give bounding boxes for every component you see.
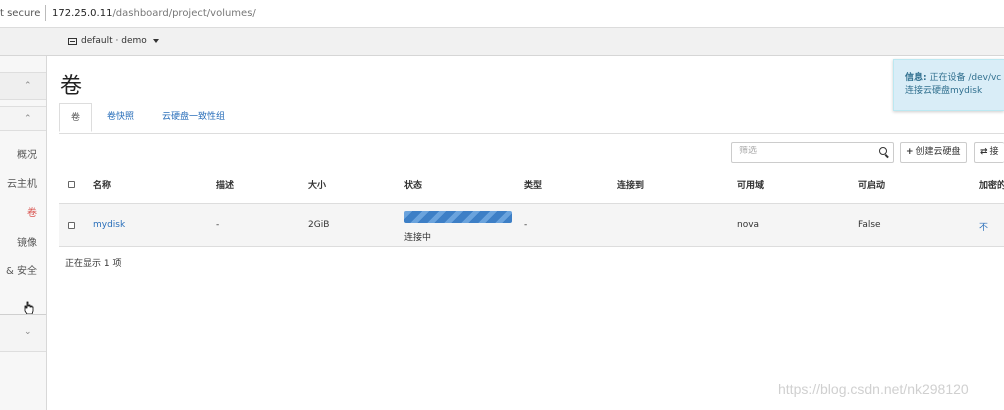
- project-label: default · demo: [81, 36, 147, 46]
- address-bar[interactable]: t secure 172.25.0.11/dashboard/project/v…: [0, 0, 1004, 28]
- create-volume-button[interactable]: + 创建云硬盘: [900, 142, 967, 163]
- filter-box: [731, 142, 894, 163]
- column-header-encrypted[interactable]: 加密的: [979, 178, 1004, 191]
- toast-title: 信息:: [905, 73, 927, 83]
- url-host: 172.25.0.11: [52, 8, 113, 19]
- column-header-description[interactable]: 描述: [216, 178, 234, 191]
- security-indicator[interactable]: t secure: [0, 8, 40, 19]
- sidebar-item-images[interactable]: 镜像: [17, 234, 37, 249]
- plus-icon: +: [906, 147, 914, 157]
- volume-description: -: [216, 220, 220, 230]
- column-header-name[interactable]: 名称: [93, 178, 111, 191]
- chevron-up-icon: ⌃: [24, 81, 32, 91]
- chevron-up-icon: ⌃: [24, 114, 32, 124]
- column-header-status[interactable]: 状态: [404, 178, 422, 191]
- hand-cursor-icon: [24, 301, 34, 315]
- tab-volume-snapshots[interactable]: 卷快照: [107, 103, 134, 132]
- project-bar: default · demo: [0, 28, 1004, 56]
- select-all-checkbox[interactable]: [68, 181, 75, 188]
- page-title: 卷: [60, 74, 83, 99]
- tab-consistency-groups[interactable]: 云硬盘一致性组: [162, 103, 225, 132]
- volume-availability-zone: nova: [737, 220, 760, 230]
- toast-message-1: 正在设备 /dev/vc: [929, 73, 1002, 83]
- volume-type: -: [524, 220, 528, 230]
- chevron-down-icon: ⌄: [24, 327, 32, 337]
- transfer-icon: ⇄: [980, 147, 988, 157]
- sidebar-item-overview[interactable]: 概况: [17, 146, 37, 161]
- volume-bootable: False: [858, 220, 881, 230]
- create-volume-label: 创建云硬盘: [915, 147, 961, 157]
- volume-size: 2GiB: [308, 220, 330, 230]
- toast-message-2: 连接云硬盘mydisk: [905, 86, 983, 96]
- project-icon: [68, 37, 77, 45]
- sidebar-item-instances[interactable]: 云主机: [7, 175, 37, 190]
- watermark-text: https://blog.csdn.net/nk298120: [778, 381, 969, 397]
- sidebar-section-collapsed[interactable]: ⌄: [0, 314, 46, 352]
- volume-encrypted[interactable]: 不: [979, 220, 988, 233]
- url-text[interactable]: 172.25.0.11/dashboard/project/volumes/: [52, 8, 256, 19]
- tab-volumes[interactable]: 卷: [59, 103, 93, 132]
- url-path: /dashboard/project/volumes/: [112, 8, 256, 19]
- item-count: 正在显示 1 项: [65, 259, 122, 269]
- info-toast[interactable]: 信息: 正在设备 /dev/vc 连接云硬盘mydisk: [893, 59, 1004, 111]
- status-progress-bar: [404, 211, 512, 223]
- search-icon[interactable]: [879, 147, 887, 155]
- address-divider: [45, 5, 46, 21]
- caret-down-icon: [152, 39, 159, 43]
- row-checkbox[interactable]: [68, 222, 75, 229]
- sidebar-item-access-security[interactable]: & 安全: [6, 262, 37, 277]
- accept-transfer-button[interactable]: ⇄ 接: [974, 142, 1004, 163]
- column-header-availability-zone[interactable]: 可用域: [737, 178, 764, 191]
- toast-line-1: 信息: 正在设备 /dev/vc: [905, 72, 1004, 85]
- sidebar-section-project[interactable]: ⌃: [0, 72, 46, 100]
- sidebar-item-volumes[interactable]: 卷: [27, 204, 37, 219]
- sidebar-section-compute[interactable]: ⌃: [0, 106, 46, 131]
- tab-divider: [59, 133, 1004, 134]
- volume-status: 连接中: [404, 233, 432, 243]
- project-selector[interactable]: default · demo: [68, 36, 159, 46]
- accept-transfer-label: 接: [989, 147, 999, 157]
- column-header-bootable[interactable]: 可启动: [858, 178, 885, 191]
- column-header-attached-to[interactable]: 连接到: [617, 178, 644, 191]
- volume-name-link[interactable]: mydisk: [93, 220, 125, 230]
- column-header-size[interactable]: 大小: [308, 178, 326, 191]
- column-header-type[interactable]: 类型: [524, 178, 542, 191]
- sidebar: ⌃ ⌃ 概况 云主机 卷 镜像 & 安全 ⌄: [0, 56, 47, 410]
- filter-input[interactable]: [739, 146, 869, 156]
